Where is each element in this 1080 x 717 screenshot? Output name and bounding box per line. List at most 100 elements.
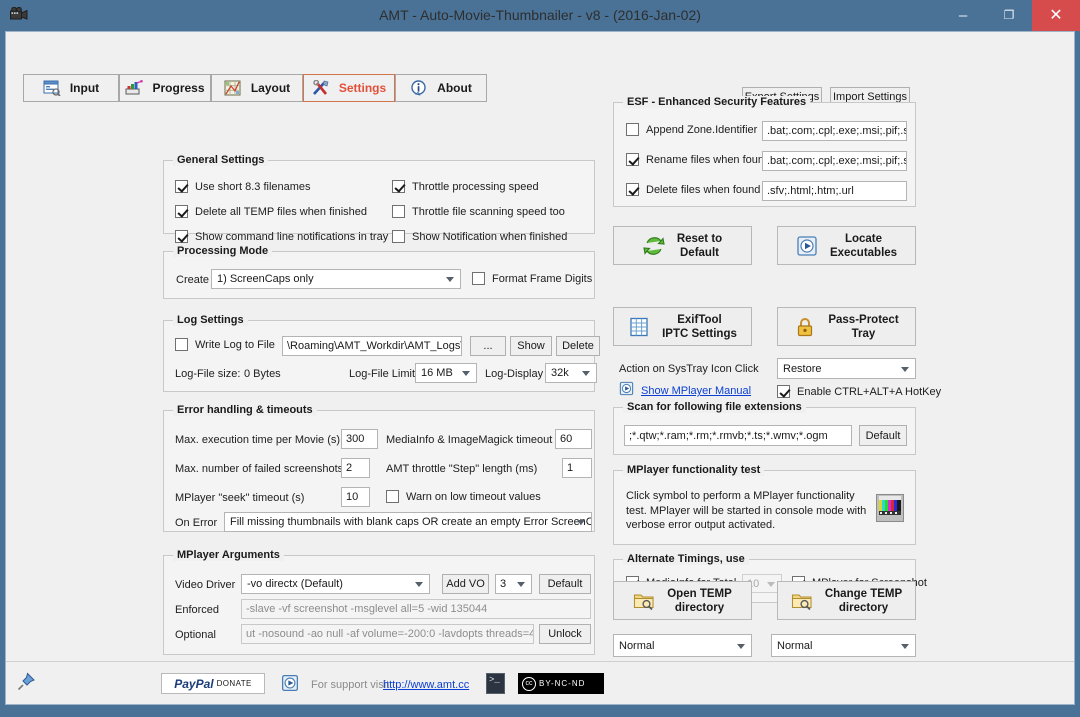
reset-to-default-button[interactable]: Reset to Default [613, 226, 752, 265]
locate-line2: Executables [830, 247, 897, 259]
tab-settings[interactable]: Settings [303, 74, 395, 102]
seek-timeout-label: MPlayer "seek" timeout (s) [175, 492, 304, 504]
checkbox-box [175, 338, 188, 351]
checkbox-enable-hotkey[interactable]: Enable CTRL+ALT+A HotKey [777, 385, 941, 398]
seek-timeout-input[interactable]: 10 [341, 487, 370, 507]
log-display-dropdown[interactable]: 32k [545, 363, 597, 383]
test-pattern-icon[interactable] [876, 494, 904, 522]
exiftool-label: ExifTool IPTC Settings [662, 313, 737, 341]
video-driver-label: Video Driver [175, 579, 235, 591]
esf-append-extensions-input[interactable]: .bat;.com;.cpl;.exe;.msi;.pif;.sc [762, 121, 907, 141]
pass-protect-label: Pass-Protect Tray [828, 313, 898, 341]
checkbox-delete-temp-files[interactable]: Delete all TEMP files when finished [175, 205, 367, 218]
window-title: AMT - Auto-Movie-Thumbnailer - v8 - (201… [0, 0, 1080, 31]
checkbox-throttle-scanning[interactable]: Throttle file scanning speed too [392, 205, 565, 218]
pass-protect-tray-button[interactable]: Pass-Protect Tray [777, 307, 916, 346]
log-path-input[interactable]: \Roaming\AMT_Workdir\AMT_Logs\ [282, 336, 462, 356]
systray-action-dropdown[interactable]: Restore [777, 358, 916, 379]
pass-protect-line1: Pass-Protect [828, 314, 898, 326]
mediainfo-timeout-label: MediaInfo & ImageMagick timeout (s) [386, 434, 568, 446]
log-display-label: Log-Display [485, 368, 543, 380]
tab-input[interactable]: Input [23, 74, 119, 102]
title-bar: AMT - Auto-Movie-Thumbnailer - v8 - (201… [0, 0, 1080, 31]
change-temp-priority-dropdown[interactable]: Normal [771, 634, 916, 657]
checkbox-show-notification[interactable]: Show Notification when finished [392, 230, 567, 243]
media-player-icon[interactable] [281, 674, 299, 692]
log-show-button[interactable]: Show [510, 336, 552, 356]
checkbox-label: Append Zone.Identifier [646, 124, 757, 136]
close-button[interactable]: ✕ [1032, 0, 1080, 31]
checkbox-label: Throttle processing speed [412, 181, 539, 193]
video-driver-dropdown[interactable]: -vo directx (Default) [241, 574, 430, 594]
max-exec-input[interactable]: 300 [341, 429, 378, 449]
general-settings-group: General Settings Use short 8.3 filenames… [163, 160, 595, 234]
checkbox-label: Format Frame Digits [492, 273, 592, 285]
checkbox-warn-low-timeout[interactable]: Warn on low timeout values [386, 490, 541, 503]
change-temp-directory-button[interactable]: Change TEMP directory [777, 581, 916, 620]
minimize-button[interactable]: – [940, 0, 986, 31]
log-delete-button[interactable]: Delete [556, 336, 600, 356]
esf-delete-extensions-input[interactable]: .sfv;.html;.htm;.url [762, 181, 907, 201]
tools-icon [312, 80, 330, 96]
exiftool-iptc-settings-button[interactable]: ExifTool IPTC Settings [613, 307, 752, 346]
on-error-dropdown[interactable]: Fill missing thumbnails with blank caps … [224, 512, 592, 532]
mplayer-arguments-legend: MPlayer Arguments [173, 549, 284, 561]
throttle-step-input[interactable]: 1 [562, 458, 592, 478]
mediainfo-timeout-input[interactable]: 60 [555, 429, 592, 449]
checkbox-format-frame-digits[interactable]: Format Frame Digits [472, 272, 592, 285]
checkbox-rename-files[interactable]: Rename files when found [626, 153, 770, 166]
show-mplayer-manual-link[interactable]: Show MPlayer Manual [641, 385, 751, 397]
on-error-label: On Error [175, 517, 217, 529]
scan-extensions-input[interactable]: ;*.qtw;*.ram;*.rm;*.rmvb;*.ts;*.wmv;*.og… [624, 425, 852, 446]
tab-about[interactable]: About [395, 74, 487, 102]
log-limit-label: Log-File Limit [349, 368, 415, 380]
vo-count-dropdown[interactable]: 3 [495, 574, 532, 594]
support-url-link[interactable]: http://www.amt.cc [383, 679, 469, 691]
media-player-icon [619, 381, 634, 396]
log-settings-group: Log Settings Write Log to File \Roaming\… [163, 320, 595, 392]
exiftool-line1: ExifTool [677, 314, 722, 326]
log-settings-legend: Log Settings [173, 314, 248, 326]
max-failed-label: Max. number of failed screenshots [175, 463, 343, 475]
error-handling-group: Error handling & timeouts Max. execution… [163, 410, 595, 532]
add-vo-button[interactable]: Add VO [442, 574, 489, 594]
maximize-button[interactable]: ❐ [986, 0, 1032, 31]
checkbox-box [472, 272, 485, 285]
checkbox-append-zone-identifier[interactable]: Append Zone.Identifier [626, 123, 757, 136]
create-mode-dropdown[interactable]: 1) ScreenCaps only [211, 269, 461, 289]
change-temp-line1: Change TEMP [825, 588, 902, 600]
checkbox-box [626, 123, 639, 136]
checkbox-delete-files[interactable]: Delete files when found [626, 183, 760, 196]
locate-executables-button[interactable]: Locate Executables [777, 226, 916, 265]
locate-line1: Locate [845, 233, 882, 245]
esf-rename-extensions-input[interactable]: .bat;.com;.cpl;.exe;.msi;.pif;.sc [762, 151, 907, 171]
checkbox-box [626, 153, 639, 166]
paypal-donate-button[interactable]: PayPal DONATE [161, 673, 265, 694]
log-browse-button[interactable]: ... [470, 336, 506, 356]
log-limit-dropdown[interactable]: 16 MB [415, 363, 477, 383]
checkbox-use-short-filenames[interactable]: Use short 8.3 filenames [175, 180, 311, 193]
checkbox-box [392, 180, 405, 193]
open-temp-priority-dropdown[interactable]: Normal [613, 634, 752, 657]
application-window: AMT - Auto-Movie-Thumbnailer - v8 - (201… [0, 0, 1080, 717]
pin-icon[interactable] [15, 671, 37, 693]
processing-mode-legend: Processing Mode [173, 245, 272, 257]
open-temp-directory-button[interactable]: Open TEMP directory [613, 581, 752, 620]
tab-settings-label: Settings [339, 81, 386, 95]
checkbox-label: Delete files when found [646, 184, 760, 196]
scan-extensions-legend: Scan for following file extensions [623, 401, 806, 413]
max-failed-input[interactable]: 2 [341, 458, 370, 478]
checkbox-write-log-to-file[interactable]: Write Log to File [175, 338, 275, 351]
pass-protect-line2: Tray [852, 328, 876, 340]
unlock-button[interactable]: Unlock [539, 624, 591, 644]
checkbox-label: Enable CTRL+ALT+A HotKey [797, 386, 941, 398]
open-temp-line2: directory [675, 602, 724, 614]
checkbox-box [626, 183, 639, 196]
console-icon[interactable]: >_ [486, 673, 505, 694]
checkbox-throttle-processing[interactable]: Throttle processing speed [392, 180, 539, 193]
scan-extensions-default-button[interactable]: Default [859, 425, 907, 446]
checkbox-show-cmdline-notifications[interactable]: Show command line notifications in tray [175, 230, 388, 243]
vo-default-button[interactable]: Default [539, 574, 591, 594]
tab-layout[interactable]: Layout [211, 74, 303, 102]
tab-progress[interactable]: Progress [119, 74, 211, 102]
